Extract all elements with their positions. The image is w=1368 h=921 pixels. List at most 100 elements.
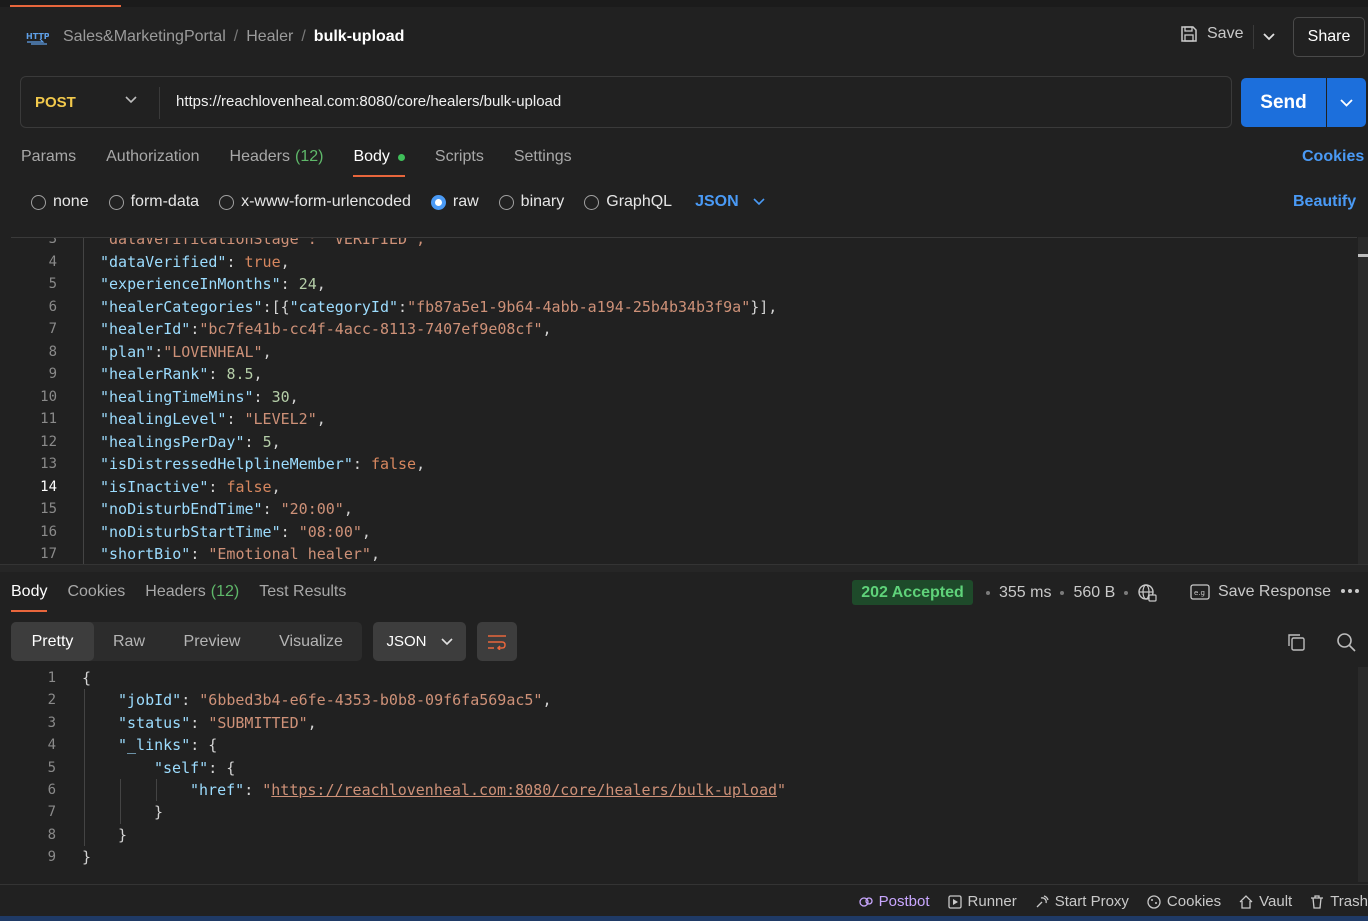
tab-label: Authorization xyxy=(106,148,200,165)
wrap-lines-button[interactable] xyxy=(477,622,517,661)
panel-resize-handle[interactable] xyxy=(0,564,1368,572)
response-body-viewer[interactable]: 1{2 "jobId": "6bbed3b4-e6fe-4353-b0b8-09f… xyxy=(11,667,1357,882)
send-options-button[interactable] xyxy=(1327,78,1366,127)
postbot-label: Postbot xyxy=(878,893,930,910)
code-token: : xyxy=(226,252,245,271)
save-response-button[interactable]: e.g Save Response xyxy=(1190,583,1331,601)
chevron-down-icon[interactable] xyxy=(125,96,137,104)
body-type-form-data[interactable]: form-data xyxy=(108,193,199,211)
line-number: 2 xyxy=(47,692,56,709)
method-select[interactable]: POST xyxy=(35,94,76,111)
proxy-icon xyxy=(1036,894,1049,907)
code-line: 16 "noDisturbStartTime": "08:00", xyxy=(11,521,1351,543)
code-token: , xyxy=(271,432,281,451)
line-number: 7 xyxy=(47,804,56,821)
code-token: "noDisturbStartTime" xyxy=(100,522,281,541)
code-token: }], xyxy=(750,297,778,316)
line-number: 5 xyxy=(48,276,57,292)
response-line: 5 "self": { xyxy=(11,757,1351,779)
network-globe-icon[interactable] xyxy=(1137,583,1157,603)
body-type-binary[interactable]: binary xyxy=(498,193,564,211)
code-line: 5 "experienceInMonths": 24, xyxy=(11,273,1351,295)
response-url-link[interactable]: https://reachlovenheal.com:8080/core/hea… xyxy=(271,781,777,799)
view-pretty[interactable]: Pretty xyxy=(11,622,94,661)
line-number: 11 xyxy=(40,411,57,427)
view-raw[interactable]: Raw xyxy=(94,622,164,661)
vault-button[interactable]: Vault xyxy=(1239,893,1292,910)
body-type-none[interactable]: none xyxy=(31,193,89,211)
line-code: "status": "SUBMITTED", xyxy=(118,712,317,734)
line-number: 16 xyxy=(40,523,57,540)
code-token: } xyxy=(154,803,164,822)
code-token: "isInactive" xyxy=(100,477,209,496)
body-language-select[interactable]: JSON xyxy=(695,193,765,211)
line-code: } xyxy=(82,846,91,868)
code-token: "6bbed3b4-e6fe-4353-b0b8-09f6fa569ac5" xyxy=(199,691,543,710)
send-button[interactable]: Send xyxy=(1241,78,1326,127)
line-code: "isDistressedHelplineMember": false, xyxy=(100,453,425,475)
url-bar: POST https://reachlovenheal.com:8080/cor… xyxy=(20,76,1232,128)
tab-params[interactable]: Params xyxy=(21,148,76,166)
beautify-button[interactable]: Beautify xyxy=(1293,193,1356,211)
line-code: } xyxy=(118,824,127,846)
response-line: 8} xyxy=(11,824,1351,846)
radio-label: GraphQL xyxy=(606,193,673,210)
status-badge[interactable]: 202 Accepted xyxy=(852,580,973,605)
code-token: "isDistressedHelplineMember" xyxy=(100,455,353,473)
breadcrumb-collection[interactable]: Sales&MarketingPortal xyxy=(63,28,226,46)
radio-icon xyxy=(498,194,514,210)
editor-scrollbar[interactable] xyxy=(1358,237,1368,564)
line-number: 15 xyxy=(40,501,57,517)
search-icon[interactable] xyxy=(1336,632,1356,652)
view-visualize[interactable]: Visualize xyxy=(260,622,362,661)
request-body-editor[interactable]: 3 "dataVerificationStage": "VERIFIED", 4 "d… xyxy=(11,237,1357,564)
footer-cookies-button[interactable]: Cookies xyxy=(1147,893,1221,910)
line-code: "experienceInMonths": 24, xyxy=(100,273,326,295)
response-time[interactable]: 355 ms xyxy=(999,584,1051,602)
breadcrumb-folder[interactable]: Healer xyxy=(246,28,293,46)
code-token: : xyxy=(253,387,272,406)
code-line: 13 "isDistressedHelplineMember": false, xyxy=(11,453,1351,475)
body-type-graphql[interactable]: GraphQL xyxy=(584,193,672,211)
example-icon: e.g xyxy=(1190,584,1210,600)
tab-authorization[interactable]: Authorization xyxy=(106,148,199,166)
url-input[interactable]: https://reachlovenheal.com:8080/core/hea… xyxy=(176,93,561,110)
editor-scrollbar-thumb[interactable] xyxy=(1358,254,1368,257)
tab-body[interactable]: Body xyxy=(353,148,406,177)
line-code: { xyxy=(82,667,91,689)
body-type-raw[interactable]: raw xyxy=(430,193,479,211)
runner-button[interactable]: Runner xyxy=(947,893,1017,910)
breadcrumb-request-name[interactable]: bulk-upload xyxy=(314,28,405,46)
svg-text:e.g: e.g xyxy=(1194,589,1205,597)
response-line: 4 "_links": { xyxy=(11,734,1351,756)
view-preview[interactable]: Preview xyxy=(164,622,260,661)
response-size[interactable]: 560 B xyxy=(1073,584,1115,602)
response-tab-test-results[interactable]: Test Results xyxy=(259,583,346,601)
more-options-icon[interactable] xyxy=(1340,588,1360,594)
code-token: true xyxy=(244,252,281,271)
response-scrollbar[interactable] xyxy=(1358,667,1368,882)
start-proxy-button[interactable]: Start Proxy xyxy=(1035,893,1129,910)
response-tab-cookies[interactable]: Cookies xyxy=(67,583,125,601)
radio-icon xyxy=(219,194,235,210)
save-options-button[interactable] xyxy=(1253,25,1283,49)
response-tab-headers[interactable]: Headers (12) xyxy=(145,583,239,601)
response-format-select[interactable]: JSON xyxy=(373,622,466,661)
runner-label: Runner xyxy=(967,893,1017,910)
svg-text:HTTP: HTTP xyxy=(26,32,49,41)
postbot-button[interactable]: Postbot xyxy=(859,893,930,910)
tab-settings[interactable]: Settings xyxy=(514,148,572,166)
share-button[interactable]: Share xyxy=(1293,17,1365,57)
save-button[interactable]: Save xyxy=(1180,25,1243,43)
tab-headers[interactable]: Headers (12) xyxy=(230,148,324,166)
code-token: "categoryId" xyxy=(289,297,399,316)
tab-scripts[interactable]: Scripts xyxy=(435,148,484,166)
cookies-link[interactable]: Cookies xyxy=(1302,148,1364,166)
code-token: "experienceInMonths" xyxy=(100,275,281,293)
response-tab-body[interactable]: Body xyxy=(11,583,48,612)
body-type-urlencoded[interactable]: x-www-form-urlencoded xyxy=(219,193,411,211)
line-number: 3 xyxy=(47,714,56,731)
trash-button[interactable]: Trash xyxy=(1310,893,1368,910)
copy-icon[interactable] xyxy=(1286,632,1306,652)
radio-label: raw xyxy=(452,193,479,210)
